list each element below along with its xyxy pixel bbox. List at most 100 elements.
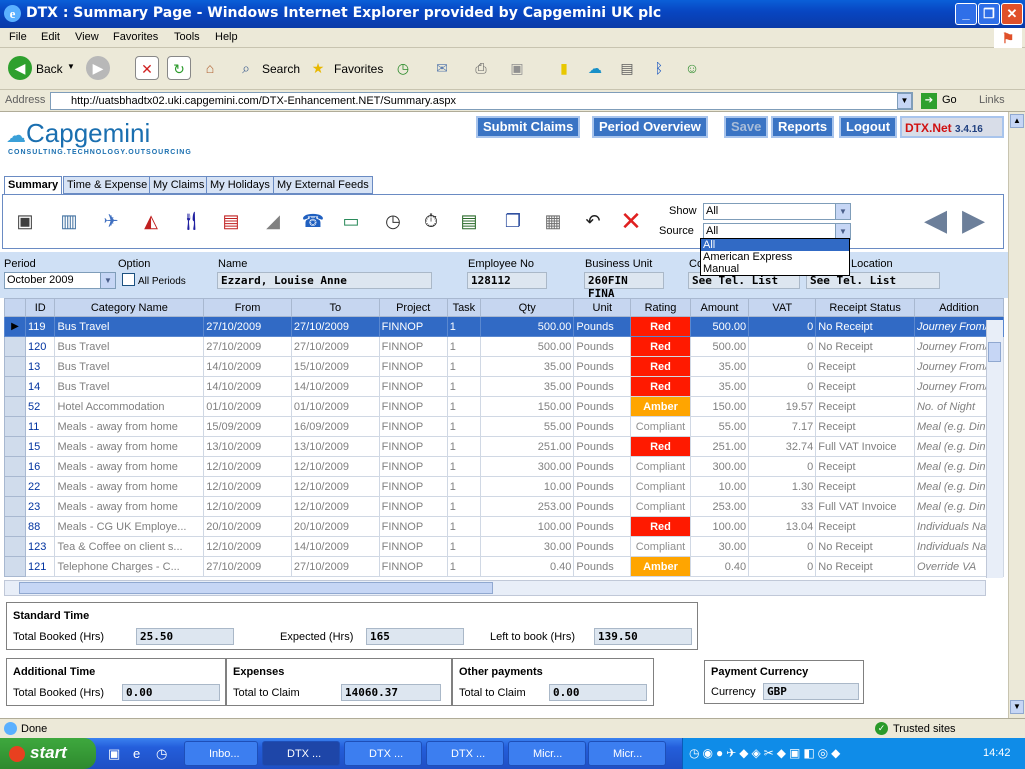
row-header[interactable]	[4, 336, 26, 357]
save-button[interactable]: Save	[724, 116, 769, 138]
table-row[interactable]: 121 Telephone Charges - C... 27/10/2009 27/…	[4, 556, 1004, 577]
chevron-down-icon[interactable]: ▼	[100, 273, 115, 288]
search-button[interactable]: Search	[262, 62, 300, 76]
table-row[interactable]: 123 Tea & Coffee on client s... 12/10/2009…	[4, 536, 1004, 557]
save-disk-icon[interactable]: ▣	[11, 207, 39, 235]
chevron-down-icon[interactable]: ▼	[835, 204, 850, 219]
address-input[interactable]: http://uatsbhadtx02.uki.capgemini.com/DT…	[50, 92, 913, 110]
ie-quicklaunch-icon[interactable]: e	[133, 746, 140, 761]
go-button[interactable]: Go	[942, 94, 957, 106]
column-header[interactable]: VAT	[748, 298, 817, 317]
taskbar-item-outlook[interactable]: Micr...	[588, 741, 666, 766]
row-header[interactable]	[4, 396, 26, 417]
column-header[interactable]: Category Name	[54, 298, 205, 317]
column-header[interactable]: To	[290, 298, 380, 317]
source-option-all[interactable]: All	[701, 239, 849, 251]
row-header[interactable]	[4, 516, 26, 537]
address-dropdown-icon[interactable]: ▼	[897, 93, 912, 109]
table-row[interactable]: ▶ 119 Bus Travel 27/10/2009 27/10/2009 FINNOP…	[4, 316, 1004, 337]
column-header[interactable]: Amount	[689, 298, 750, 317]
paste-icon[interactable]: ▦	[539, 207, 567, 235]
taskbar-item-excel[interactable]: Micr...	[508, 741, 586, 766]
table-row[interactable]: 13 Bus Travel 14/10/2009 15/10/2009 FINNOP 1 3…	[4, 356, 1004, 377]
period-overview-button[interactable]: Period Overview	[592, 116, 708, 138]
table-row[interactable]: 120 Bus Travel 27/10/2009 27/10/2009 FINNOP 1…	[4, 336, 1004, 357]
search-icon[interactable]: ⌕	[234, 56, 258, 80]
row-header[interactable]	[4, 416, 26, 437]
row-header[interactable]	[4, 496, 26, 517]
history-icon[interactable]: ◷	[391, 56, 415, 80]
source-option-manual[interactable]: Manual	[701, 263, 849, 275]
note-icon[interactable]: ▮	[552, 56, 576, 80]
row-header[interactable]	[4, 356, 26, 377]
grid-hscroll-thumb[interactable]	[19, 582, 493, 594]
taskbar-item-inbox[interactable]: Inbo...	[184, 741, 258, 766]
stopwatch-icon[interactable]: ⏱︎	[417, 207, 445, 235]
go-arrow-icon[interactable]: ➔	[921, 93, 937, 109]
menu-tools[interactable]: Tools	[174, 31, 200, 43]
telephone-icon[interactable]: ☎	[299, 207, 327, 235]
grid-horizontal-scrollbar[interactable]	[4, 580, 986, 596]
bus-icon[interactable]: ▤	[217, 207, 245, 235]
tab-time-expense[interactable]: Time & Expense	[63, 176, 152, 194]
tray-icons[interactable]: ◷◉●✈◆◈✂◆▣◧◎◆	[689, 746, 843, 760]
column-header[interactable]: Addition	[913, 298, 1004, 317]
cheque-icon[interactable]: ▤	[455, 207, 483, 235]
current-row-pointer-icon[interactable]: ▶	[4, 316, 26, 337]
forward-arrow-icon[interactable]: ▶	[86, 56, 110, 80]
menu-view[interactable]: View	[75, 31, 99, 43]
tab-my-claims[interactable]: My Claims	[149, 176, 209, 194]
undo-icon[interactable]: ↶	[579, 207, 607, 235]
back-button[interactable]: Back	[36, 62, 63, 76]
desktop-icon[interactable]: ▣	[108, 746, 120, 762]
logout-button[interactable]: Logout	[839, 116, 898, 138]
table-row[interactable]: 22 Meals - away from home 12/10/2009 12/10/…	[4, 476, 1004, 497]
airplane-icon[interactable]: ✈	[97, 207, 125, 235]
start-button[interactable]: start	[0, 738, 96, 769]
column-header[interactable]: Qty	[479, 298, 575, 317]
print-icon[interactable]: ⎙	[469, 56, 493, 80]
tab-my-holidays[interactable]: My Holidays	[206, 176, 274, 194]
research-icon[interactable]: ▤	[615, 56, 639, 80]
period-select[interactable]: October 2009 ▼	[4, 272, 116, 289]
meal-icon[interactable]: 🍴︎	[177, 207, 205, 235]
favorites-star-icon[interactable]: ★	[306, 56, 330, 80]
taskbar-item-dtx-3[interactable]: DTX ...	[426, 741, 504, 766]
clock-icon[interactable]: ◷	[379, 207, 407, 235]
maximize-button[interactable]: ❐	[978, 3, 1000, 25]
page-vertical-scrollbar[interactable]: ▲ ▼	[1008, 112, 1025, 718]
table-row[interactable]: 14 Bus Travel 14/10/2009 14/10/2009 FINNOP 1 3…	[4, 376, 1004, 397]
links-button[interactable]: Links	[979, 94, 1005, 106]
table-row[interactable]: 15 Meals - away from home 13/10/2009 13/10/…	[4, 436, 1004, 457]
car-icon[interactable]: ◭	[137, 207, 165, 235]
menu-edit[interactable]: Edit	[41, 31, 60, 43]
grid-vscroll-thumb[interactable]	[988, 342, 1001, 362]
messenger-icon[interactable]: ☁	[583, 56, 607, 80]
table-row[interactable]: 88 Meals - CG UK Employe... 20/10/2009 20/1…	[4, 516, 1004, 537]
column-header[interactable]: From	[203, 298, 292, 317]
mail-icon[interactable]: ✉	[430, 56, 454, 80]
chevron-down-icon[interactable]: ▼	[835, 224, 850, 239]
row-header[interactable]	[4, 456, 26, 477]
contacts-icon[interactable]: ☺	[680, 56, 704, 80]
stop-icon[interactable]: ✕	[135, 56, 159, 80]
outlook-quicklaunch-icon[interactable]: ◷	[156, 746, 167, 762]
previous-arrow-icon[interactable]: ◀	[924, 206, 958, 236]
table-row[interactable]: 52 Hotel Accommodation 01/10/2009 01/10/200…	[4, 396, 1004, 417]
close-button[interactable]: ✕	[1001, 3, 1023, 25]
table-row[interactable]: 23 Meals - away from home 12/10/2009 12/10/…	[4, 496, 1004, 517]
table-row[interactable]: 11 Meals - away from home 15/09/2009 16/09/…	[4, 416, 1004, 437]
row-header[interactable]	[4, 556, 26, 577]
scroll-up-icon[interactable]: ▲	[1010, 114, 1024, 128]
edit-icon[interactable]: ▣	[505, 56, 529, 80]
minimize-button[interactable]: _	[955, 3, 977, 25]
credit-card-icon[interactable]: ▭	[337, 207, 365, 235]
row-header[interactable]	[4, 436, 26, 457]
source-option-amex[interactable]: American Express	[701, 251, 849, 263]
show-select[interactable]: All ▼	[703, 203, 851, 220]
menu-help[interactable]: Help	[215, 31, 238, 43]
row-header[interactable]	[4, 536, 26, 557]
scroll-down-icon[interactable]: ▼	[1010, 700, 1024, 714]
taskbar-item-dtx-2[interactable]: DTX ...	[344, 741, 422, 766]
column-header[interactable]: Project	[378, 298, 448, 317]
